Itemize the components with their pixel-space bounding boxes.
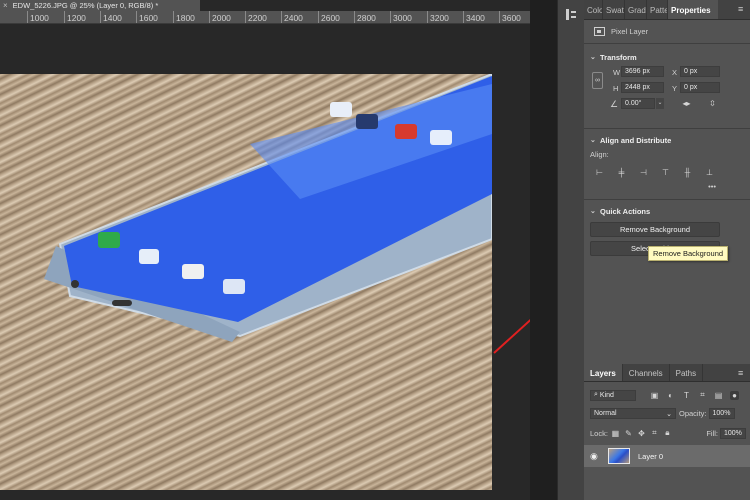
ruler-tick: 1400 [100,11,122,23]
x-label: X [672,68,678,77]
visibility-eye-icon[interactable]: ◉ [590,451,602,462]
filter-smart-object-icon[interactable]: ▤ [714,391,723,400]
divider [584,128,750,129]
layer-thumbnail [608,448,630,464]
filter-pixel-icon[interactable]: ▣ [650,391,659,400]
chevron-down-icon: ⌄ [590,137,596,144]
opacity-label: Opacity: [679,408,707,418]
filter-kind-label: Kind [599,391,614,399]
layer-filter-dropdown[interactable]: ⌕ Kind [590,389,636,401]
chevron-down-icon: ⌄ [590,208,596,215]
close-icon[interactable]: × [3,1,8,10]
quick-actions-title: Quick Actions [600,206,651,216]
adjustments-icon[interactable] [565,8,578,22]
width-label: W [613,68,621,77]
chevron-down-icon: ⌄ [666,410,672,418]
ruler-tick: 2800 [354,11,376,23]
lock-artboard-icon[interactable]: ⌗ [650,428,659,438]
layers-menu-icon[interactable]: ≡ [738,364,750,381]
opacity-field[interactable]: 100% [708,407,735,419]
layer-kind-label: Pixel Layer [611,27,649,36]
filter-toggle-icon[interactable]: ● [730,390,739,400]
smartphone-illustration [44,74,492,342]
search-icon: ⌕ [594,391,598,398]
height-field[interactable]: 2448 px [621,82,664,93]
ruler-tick: 1800 [173,11,195,23]
document-title: EDW_5226.JPG @ 25% (Layer 0, RGB/8) * [12,1,159,10]
align-section-header[interactable]: ⌄ Align and Distribute [584,133,750,147]
filter-adjustment-icon[interactable]: ◐ [666,391,675,400]
ruler-tick: 2200 [245,11,267,23]
document-canvas[interactable] [0,24,530,494]
lock-all-icon[interactable]: 🔒︎ [663,428,672,438]
ruler-tick: 3600 [499,11,521,23]
ruler-tick: 2400 [281,11,303,23]
blend-mode-value: Normal [594,409,617,417]
panel-menu-icon[interactable]: ≡ [738,0,750,19]
layer-row[interactable]: ◉ Layer 0 [584,445,750,467]
tab-swatches[interactable]: Swat [603,0,625,19]
layer-name[interactable]: Layer 0 [638,452,663,461]
height-label: H [613,84,619,93]
fill-label: Fill: [706,428,718,438]
divider [584,199,750,200]
canvas-gutter [530,0,557,500]
tab-color[interactable]: Colo [584,0,603,19]
ruler-tick: 3000 [390,11,412,23]
tab-gradients[interactable]: Grad [625,0,647,19]
pixel-layer-icon [594,27,605,36]
lock-transparent-pixels-icon[interactable]: ▦ [611,429,620,438]
transform-section-header[interactable]: ⌄ Transform [584,50,750,64]
flip-vertical-icon[interactable]: ⇳ [708,99,717,108]
ruler-tick: 2000 [209,11,231,23]
top-ruler[interactable]: 1000 1200 1400 1600 1800 2000 2200 2400 … [0,11,530,24]
lock-position-icon[interactable]: ✥ [637,429,646,438]
blend-mode-dropdown[interactable]: Normal ⌄ [590,407,676,419]
remove-background-tooltip: Remove Background [648,246,729,261]
y-label: Y [672,84,678,93]
align-horizontal-center-icon[interactable]: ╪ [617,168,626,177]
filter-type-icon[interactable]: T [682,391,691,400]
tab-layers[interactable]: Layers [584,364,623,381]
tab-paths[interactable]: Paths [670,364,704,381]
angle-icon: ∠ [610,99,619,109]
link-proportions-icon[interactable]: ∞ [592,72,603,89]
tab-properties[interactable]: Properties [668,0,718,19]
align-left-icon[interactable]: ⊢ [595,168,604,177]
remove-background-button[interactable]: Remove Background [590,222,720,237]
ruler-tick: 3400 [463,11,485,23]
y-field[interactable]: 0 px [680,82,720,93]
ruler-tick: 1000 [27,11,49,23]
angle-dropdown-icon[interactable]: ⌄ [656,98,664,109]
photo-image[interactable] [0,74,492,490]
flip-horizontal-icon[interactable]: ◂▸ [682,99,691,108]
tab-patterns[interactable]: Patte [647,0,668,19]
transform-title: Transform [600,52,637,62]
lock-image-pixels-icon[interactable]: ✎ [624,429,633,438]
align-right-icon[interactable]: ⊣ [639,168,648,177]
panel-tabs: Colo Swat Grad Patte Properties ≡ [584,0,750,20]
ruler-tick: 1600 [136,11,158,23]
more-options-icon[interactable]: ••• [584,179,750,195]
filter-shape-icon[interactable]: ⌗ [698,390,707,400]
tab-channels[interactable]: Channels [623,364,670,381]
ruler-tick: 3200 [427,11,449,23]
align-label: Align: [590,150,609,159]
layers-panel-tabs: Layers Channels Paths ≡ [584,364,750,382]
ruler-tick: 2600 [318,11,340,23]
document-tab[interactable]: × EDW_5226.JPG @ 25% (Layer 0, RGB/8) * [0,0,200,11]
ruler-tick: 1200 [64,11,86,23]
quick-actions-header[interactable]: ⌄ Quick Actions [584,204,750,218]
align-title: Align and Distribute [600,135,672,145]
x-field[interactable]: 0 px [680,66,720,77]
fill-field[interactable]: 100% [720,427,746,439]
angle-field[interactable]: 0.00° [621,98,655,109]
chevron-down-icon: ⌄ [590,54,596,61]
width-field[interactable]: 3696 px [621,66,664,77]
align-bottom-icon[interactable]: ⊥ [705,168,714,177]
collapsed-panel-strip [557,0,584,500]
lock-label: Lock: [590,428,608,438]
align-top-icon[interactable]: ⊤ [661,168,670,177]
align-vertical-center-icon[interactable]: ╫ [683,168,692,177]
